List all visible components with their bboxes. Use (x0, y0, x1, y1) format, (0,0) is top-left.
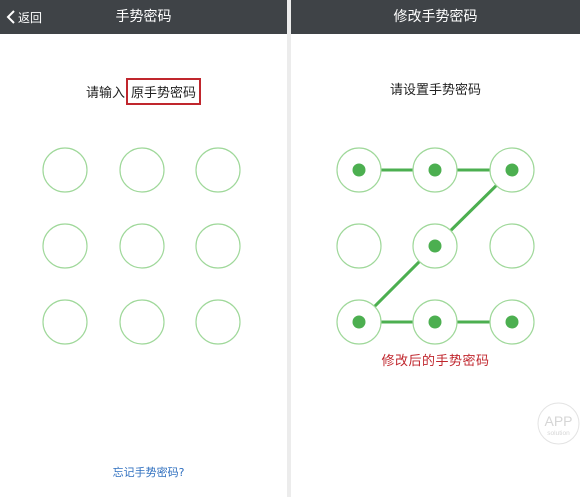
gesture-dot-7[interactable] (42, 299, 88, 345)
gesture-dot-9[interactable] (195, 299, 241, 345)
gesture-dot-6[interactable] (195, 223, 241, 269)
gesture-dot-1-selected[interactable] (336, 147, 382, 193)
watermark-line2: solution (547, 430, 570, 437)
watermark-line1: APP (544, 413, 572, 429)
gesture-dot-4[interactable] (42, 223, 88, 269)
screenshot-composite: 返回 手势密码 请输入 原手势密码 忘记手势密码? 修改手势密码 请设置手势密码… (0, 0, 580, 497)
gesture-dot-2[interactable] (119, 147, 165, 193)
app-solution-watermark-logo: APP solution (537, 402, 580, 445)
forgot-pattern-link[interactable]: 忘记手势密码? (0, 464, 287, 482)
gesture-dot-8[interactable] (119, 299, 165, 345)
gesture-dot-8-selected[interactable] (412, 299, 458, 345)
left-screen: 返回 手势密码 请输入 原手势密码 忘记手势密码? (0, 0, 287, 497)
gesture-dot-3[interactable] (195, 147, 241, 193)
gesture-dot-1[interactable] (42, 147, 88, 193)
gesture-dot-2-selected[interactable] (412, 147, 458, 193)
gesture-dot-5[interactable] (119, 223, 165, 269)
new-pattern-caption: 修改后的手势密码 (381, 354, 490, 369)
gesture-grid-left[interactable] (0, 0, 287, 497)
right-screen: 修改手势密码 请设置手势密码 修改后的手势密码 APP solution (291, 0, 580, 497)
gesture-dot-4[interactable] (336, 223, 382, 269)
gesture-dot-9-selected[interactable] (489, 299, 535, 345)
gesture-dot-6[interactable] (489, 223, 535, 269)
gesture-dot-7-selected[interactable] (336, 299, 382, 345)
gesture-dot-5-selected[interactable] (412, 223, 458, 269)
gesture-dot-3-selected[interactable] (489, 147, 535, 193)
